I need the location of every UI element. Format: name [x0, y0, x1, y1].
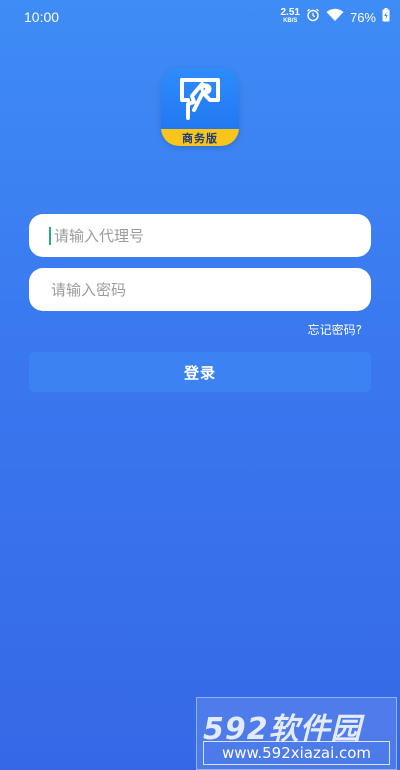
- password-field[interactable]: [29, 268, 371, 311]
- login-button[interactable]: 登录: [29, 352, 371, 392]
- alarm-icon: [306, 8, 320, 27]
- password-input[interactable]: [49, 279, 371, 300]
- agent-number-field[interactable]: [29, 214, 371, 257]
- forgot-password-link[interactable]: 忘记密码?: [308, 321, 362, 338]
- network-speed: 2.51 KB/S: [280, 7, 300, 25]
- app-logo: 商务版: [161, 68, 239, 146]
- battery-percent: 76%: [349, 9, 376, 25]
- watermark-url: www.592xiazai.com: [203, 741, 390, 765]
- status-icons: 2.51 KB/S 76%: [280, 7, 391, 27]
- wifi-icon: [326, 8, 344, 27]
- agent-number-input[interactable]: [52, 225, 371, 246]
- battery-charging-icon: [382, 7, 390, 27]
- site-watermark: 592软件园 www.592xiazai.com: [196, 697, 397, 770]
- text-cursor: [49, 226, 51, 245]
- app-badge: 商务版: [161, 129, 239, 146]
- status-bar: 10:00 2.51 KB/S 76%: [0, 0, 400, 34]
- status-time: 10:00: [24, 9, 60, 25]
- network-speed-unit: KB/S: [283, 18, 298, 24]
- network-speed-value: 2.51: [280, 7, 300, 18]
- phone-key-icon: [180, 78, 220, 120]
